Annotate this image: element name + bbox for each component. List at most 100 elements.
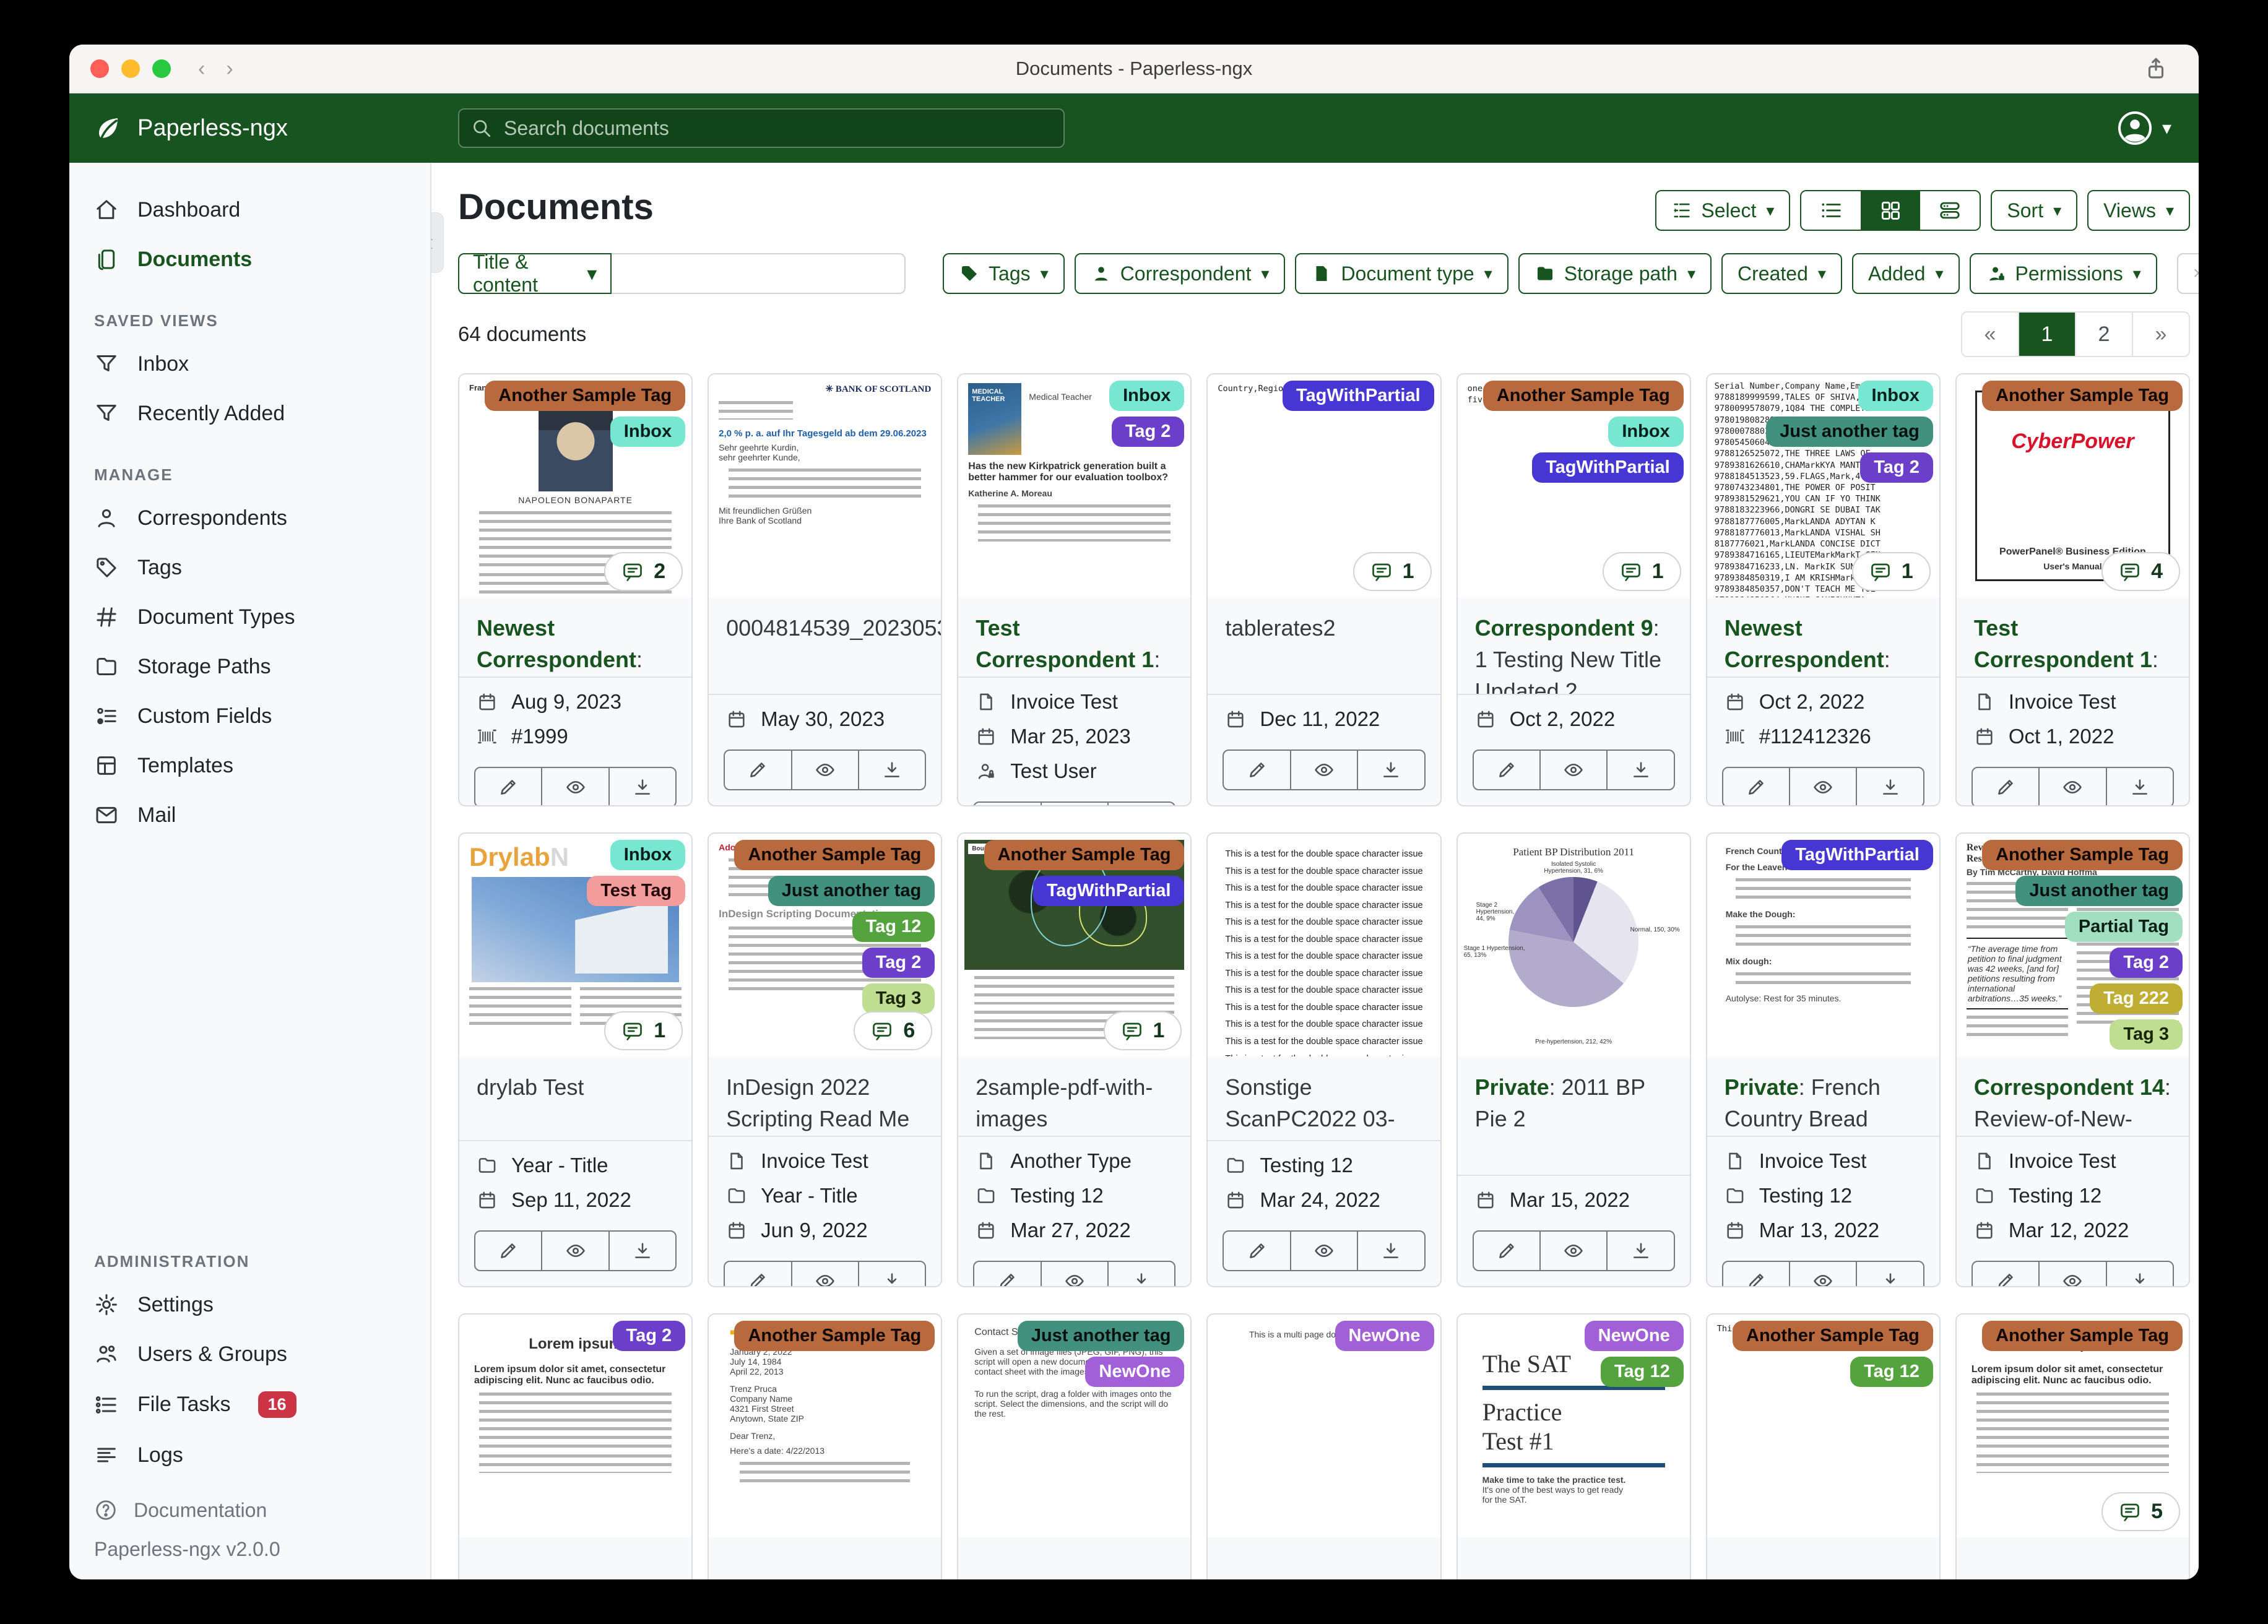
- download-document-button[interactable]: [1107, 1262, 1174, 1286]
- document-thumbnail[interactable]: French Country Bread For the Leaven Make t…: [1707, 834, 1939, 1056]
- preview-document-button[interactable]: [541, 1232, 608, 1270]
- document-card[interactable]: This is a test for the double space char…: [1206, 832, 1442, 1287]
- document-card[interactable]: CyberPower PowerPanel® Business Edition Us…: [1955, 373, 2190, 806]
- preview-document-button[interactable]: [1539, 1232, 1606, 1270]
- tag-pill[interactable]: Inbox: [610, 840, 686, 870]
- sidebar-item-templates[interactable]: Templates: [69, 741, 430, 790]
- sidebar-item-documentation[interactable]: Documentation: [69, 1480, 430, 1528]
- sidebar-item-tags[interactable]: Tags: [69, 543, 430, 592]
- share-icon[interactable]: [2143, 56, 2169, 82]
- card-title[interactable]: Test Correspondent 1: UM_PPBE_en_v29: [1957, 597, 2189, 676]
- select-button[interactable]: Select ▾: [1655, 190, 1791, 231]
- tag-pill[interactable]: NewOne: [1584, 1321, 1684, 1351]
- document-thumbnail[interactable]: This is a test for the double space char…: [1208, 834, 1440, 1056]
- edit-document-button[interactable]: [1224, 1232, 1289, 1270]
- tag-pill[interactable]: Another Sample Tag: [1482, 381, 1684, 411]
- reset-filters-button[interactable]: × Reset filters: [2176, 253, 2199, 294]
- tag-pill[interactable]: Another Sample Tag: [734, 840, 935, 870]
- download-document-button[interactable]: [1856, 768, 1923, 805]
- tag-pill[interactable]: Another Sample Tag: [734, 1321, 935, 1351]
- document-thumbnail[interactable]: The SAT Practice Test #1 Make time to take …: [1457, 1315, 1690, 1537]
- tag-pill[interactable]: Just another tag: [1017, 1321, 1185, 1351]
- sidebar-item-recently-added[interactable]: Recently Added: [69, 389, 430, 438]
- download-document-button[interactable]: [857, 751, 925, 789]
- card-title[interactable]: drylab Test: [459, 1056, 691, 1140]
- sidebar-item-logs[interactable]: Logs: [69, 1430, 430, 1480]
- download-document-button[interactable]: [608, 1232, 675, 1270]
- download-document-button[interactable]: [2105, 1262, 2173, 1286]
- tag-pill[interactable]: TagWithPartial: [1532, 452, 1684, 483]
- card-correspondent[interactable]: Private: [1475, 1074, 1549, 1100]
- sidebar-item-inbox[interactable]: Inbox: [69, 339, 430, 389]
- document-thumbnail[interactable]: Patient BP Distribution 2011 Isolated Sys…: [1457, 834, 1690, 1056]
- filter-document-type-button[interactable]: Document type ▾: [1295, 253, 1508, 294]
- document-thumbnail[interactable]: This is a testAnother Sample TagTag 12: [1707, 1315, 1939, 1537]
- tag-pill[interactable]: Tag 3: [2110, 1019, 2183, 1050]
- sidebar-item-dashboard[interactable]: Dashboard: [69, 185, 430, 235]
- card-title[interactable]: [709, 1537, 941, 1579]
- preview-document-button[interactable]: [1539, 751, 1606, 789]
- comment-count-badge[interactable]: 2: [604, 552, 683, 591]
- document-card[interactable]: Lorem ipsumLorem ipsum dolor sit amet, c…: [1955, 1313, 2190, 1579]
- edit-document-button[interactable]: [1973, 768, 2038, 805]
- preview-document-button[interactable]: [1789, 768, 1856, 805]
- sidebar-item-settings[interactable]: Settings: [69, 1280, 430, 1329]
- document-card[interactable]: one,1.0 five,5.0Another Sample TagInboxT…: [1456, 373, 1691, 806]
- tag-pill[interactable]: TagWithPartial: [1282, 381, 1434, 411]
- preview-document-button[interactable]: [541, 768, 608, 805]
- card-title[interactable]: Correspondent 14: Review-of-New-York-Fed…: [1957, 1056, 2189, 1136]
- card-title[interactable]: 0004814539_20230531: [709, 597, 941, 694]
- download-document-button[interactable]: [1856, 1262, 1923, 1286]
- preview-document-button[interactable]: [1789, 1262, 1856, 1286]
- download-document-button[interactable]: [1606, 751, 1673, 789]
- tag-pill[interactable]: Tag 12: [852, 912, 935, 942]
- comment-count-badge[interactable]: 5: [2101, 1492, 2180, 1531]
- card-title[interactable]: Sonstige ScanPC2022 03-24_081058: [1208, 1056, 1440, 1140]
- tag-pill[interactable]: Just another tag: [768, 876, 935, 906]
- pagination-next-button[interactable]: »: [2132, 313, 2189, 356]
- card-title[interactable]: InDesign 2022 Scripting Read Me: [709, 1056, 941, 1136]
- document-thumbnail[interactable]: Serial Number,Company Name,Employe 97881…: [1707, 374, 1939, 597]
- preview-document-button[interactable]: [1040, 803, 1107, 805]
- document-card[interactable]: Lorem ipsumLorem ipsum dolor sit amet, c…: [458, 1313, 693, 1579]
- tag-pill[interactable]: NewOne: [1085, 1357, 1185, 1387]
- document-card[interactable]: This is a testAnother Sample TagTag 12: [1705, 1313, 1941, 1579]
- document-card[interactable]: Boundary Waters TripAnother Sample TagTa…: [957, 832, 1192, 1287]
- edit-document-button[interactable]: [1723, 768, 1789, 805]
- download-document-button[interactable]: [2105, 768, 2173, 805]
- comment-count-badge[interactable]: 1: [1103, 1011, 1182, 1050]
- tag-pill[interactable]: Inbox: [1109, 381, 1185, 411]
- edit-document-button[interactable]: [1474, 1232, 1539, 1270]
- filter-added-button[interactable]: Added ▾: [1851, 253, 1960, 294]
- views-button[interactable]: Views ▾: [2087, 190, 2190, 231]
- download-document-button[interactable]: [1107, 803, 1174, 805]
- card-title[interactable]: [1208, 1537, 1440, 1579]
- card-title[interactable]: [1957, 1537, 2189, 1579]
- document-thumbnail[interactable]: This is a multi page document. Page 1. Ne…: [1208, 1315, 1440, 1537]
- document-card[interactable]: MEDICAL TEACHER Medical Teacher Has the ne…: [957, 373, 1192, 806]
- card-correspondent[interactable]: Correspondent 14: [1974, 1074, 2165, 1100]
- card-title[interactable]: Newest Correspondent: H7_Napoleon_Bonapa…: [459, 597, 691, 676]
- tag-pill[interactable]: Partial Tag: [2064, 912, 2183, 942]
- close-window-button[interactable]: [90, 59, 109, 78]
- tag-pill[interactable]: Tag 222: [2090, 983, 2183, 1014]
- sidebar-item-documents[interactable]: Documents: [69, 235, 430, 284]
- card-correspondent[interactable]: Private: [1725, 1074, 1799, 1100]
- sidebar-item-document-types[interactable]: Document Types: [69, 592, 430, 642]
- filter-tags-button[interactable]: Tags ▾: [943, 253, 1065, 294]
- card-correspondent[interactable]: Test Correspondent 1: [976, 615, 1154, 672]
- document-thumbnail[interactable]: Boundary Waters TripAnother Sample TagTa…: [958, 834, 1191, 1056]
- edit-document-button[interactable]: [1723, 1262, 1789, 1286]
- sidebar-item-file-tasks[interactable]: File Tasks 16: [69, 1379, 430, 1430]
- document-card[interactable]: Review of Arbitral Awards Shows Swift Re…: [1955, 832, 2190, 1287]
- tag-pill[interactable]: Tag 2: [1111, 417, 1185, 447]
- filter-storage-path-button[interactable]: Storage path ▾: [1518, 253, 1712, 294]
- edit-document-button[interactable]: [1224, 751, 1289, 789]
- edit-document-button[interactable]: [1973, 1262, 2038, 1286]
- preview-document-button[interactable]: [2038, 768, 2105, 805]
- card-correspondent[interactable]: Newest Correspondent: [477, 615, 636, 672]
- edit-document-button[interactable]: [974, 803, 1040, 805]
- card-title[interactable]: Test Correspondent 1: [paperless] test p…: [958, 597, 1190, 676]
- sort-button[interactable]: Sort ▾: [1991, 190, 2078, 231]
- tag-pill[interactable]: Just another tag: [2015, 876, 2183, 906]
